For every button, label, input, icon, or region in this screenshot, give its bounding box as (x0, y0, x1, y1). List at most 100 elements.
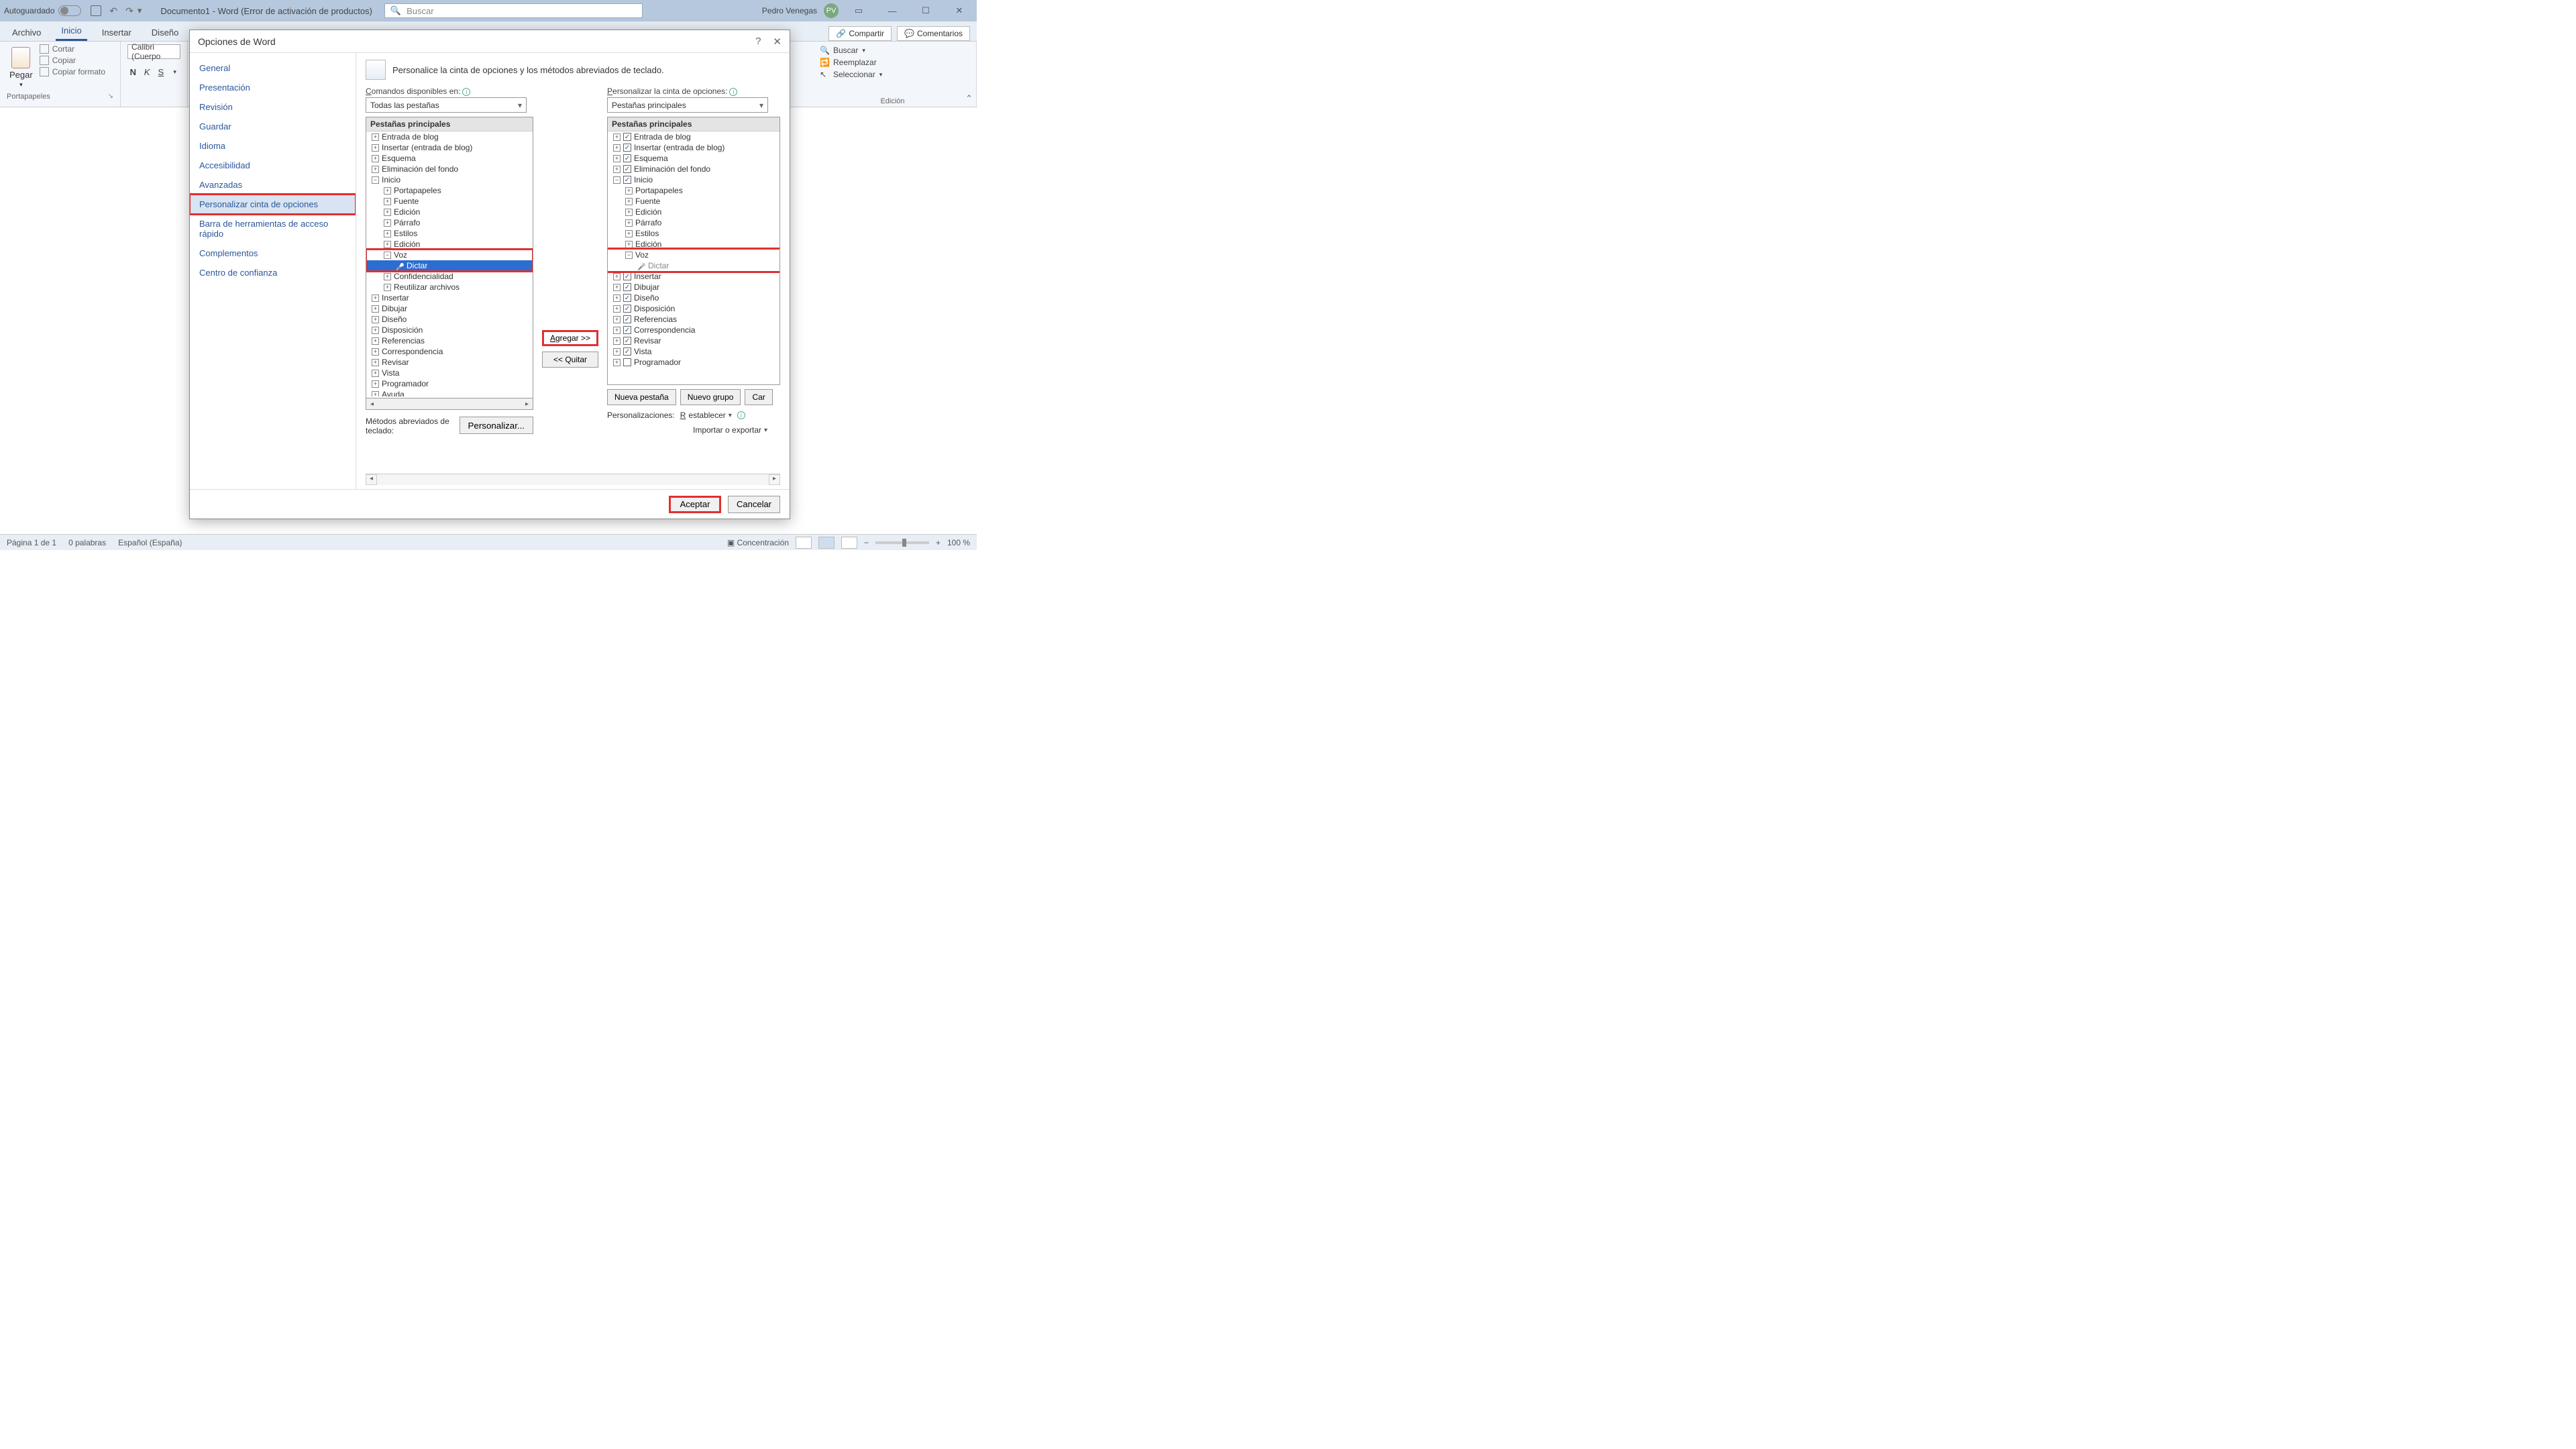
tab-insertar[interactable]: Insertar (97, 24, 137, 41)
tree-item[interactable]: Dictar (366, 260, 533, 271)
italic-button[interactable]: K (142, 64, 153, 79)
replace-button[interactable]: 🔁Reemplazar (820, 58, 965, 67)
tree-item[interactable]: Dictar (608, 260, 780, 271)
tree-item[interactable]: −Voz (366, 250, 533, 260)
tree-item[interactable]: +Correspondencia (366, 346, 533, 357)
close-icon[interactable]: ✕ (946, 1, 973, 20)
sidebar-item[interactable]: Personalizar cinta de opciones (190, 195, 356, 214)
tree-item[interactable]: +✓Esquema (608, 153, 780, 164)
read-mode-icon[interactable] (796, 537, 812, 549)
undo-icon[interactable]: ↶ (109, 5, 117, 17)
autosave-toggle[interactable]: Autoguardado (4, 5, 81, 16)
cut-button[interactable]: Cortar (40, 44, 105, 54)
bold-button[interactable]: N (127, 64, 139, 79)
tab-inicio[interactable]: Inicio (56, 22, 87, 41)
tree-item[interactable]: +Edición (366, 207, 533, 217)
tree-item[interactable]: +Edición (608, 207, 780, 217)
web-layout-icon[interactable] (841, 537, 857, 549)
tree-item[interactable]: +✓Disposición (608, 303, 780, 314)
paste-button[interactable]: Pegar ▾ (7, 44, 36, 91)
tree-item[interactable]: +Insertar (entrada de blog) (366, 142, 533, 153)
tree-item[interactable]: +Eliminación del fondo (366, 164, 533, 174)
customize-combo[interactable]: Pestañas principales (607, 97, 768, 113)
comments-button[interactable]: 💬Comentarios (897, 26, 970, 41)
tree-item[interactable]: +Reutilizar archivos (366, 282, 533, 292)
tree-item[interactable]: +Disposición (366, 325, 533, 335)
zoom-in-icon[interactable]: + (936, 538, 941, 547)
cancel-button[interactable]: Cancelar (728, 496, 780, 513)
new-group-button[interactable]: Nuevo grupo (680, 389, 741, 405)
tree-item[interactable]: −✓Inicio (608, 174, 780, 185)
customize-shortcuts-button[interactable]: Personalizar... (460, 417, 533, 434)
dialog-hscroll[interactable]: ◂▸ (366, 474, 780, 485)
tree-item[interactable]: +Dibujar (366, 303, 533, 314)
tree-item[interactable]: +Párrafo (608, 217, 780, 228)
sidebar-item[interactable]: Revisión (190, 97, 356, 117)
tree-item[interactable]: +Párrafo (366, 217, 533, 228)
sidebar-item[interactable]: General (190, 58, 356, 78)
left-tree-hscroll[interactable]: ◂▸ (366, 398, 533, 410)
word-count[interactable]: 0 palabras (68, 538, 106, 547)
page-indicator[interactable]: Página 1 de 1 (7, 538, 56, 547)
sidebar-item[interactable]: Avanzadas (190, 175, 356, 195)
reset-button[interactable]: Restablecer (680, 411, 732, 420)
tree-item[interactable]: −Voz (608, 250, 780, 260)
tree-item[interactable]: +Confidencialidad (366, 271, 533, 282)
language-indicator[interactable]: Español (España) (118, 538, 182, 547)
save-icon[interactable] (91, 5, 101, 16)
share-button[interactable]: 🔗Compartir (828, 26, 892, 41)
tree-item[interactable]: +Diseño (366, 314, 533, 325)
commands-combo[interactable]: Todas las pestañas (366, 97, 527, 113)
tree-item[interactable]: +✓Revisar (608, 335, 780, 346)
tree-item[interactable]: +Ayuda (366, 389, 533, 396)
tree-item[interactable]: +✓Insertar (entrada de blog) (608, 142, 780, 153)
format-painter-button[interactable]: Copiar formato (40, 67, 105, 76)
search-input[interactable]: 🔍 Buscar (384, 3, 643, 18)
tree-item[interactable]: +✓Diseño (608, 292, 780, 303)
help-icon[interactable]: ? (755, 36, 761, 48)
select-button[interactable]: ↖Seleccionar ▾ (820, 70, 965, 79)
tree-item[interactable]: +Vista (366, 368, 533, 378)
ribbon-mode-icon[interactable]: ▭ (845, 1, 872, 20)
sidebar-item[interactable]: Barra de herramientas de acceso rápido (190, 214, 356, 244)
info-icon[interactable]: i (737, 411, 745, 419)
sidebar-item[interactable]: Presentación (190, 78, 356, 97)
tree-item[interactable]: +Edición (366, 239, 533, 250)
tree-item[interactable]: +Estilos (366, 228, 533, 239)
toggle-switch-icon[interactable] (58, 5, 81, 16)
tab-archivo[interactable]: Archivo (7, 24, 46, 41)
zoom-out-icon[interactable]: − (864, 538, 869, 547)
tab-diseno[interactable]: Diseño (146, 24, 184, 41)
right-tree[interactable]: Pestañas principales +✓Entrada de blog+✓… (607, 117, 780, 385)
import-export-button[interactable]: Importar o exportar (693, 425, 780, 435)
find-button[interactable]: 🔍Buscar ▾ (820, 46, 965, 55)
maximize-icon[interactable]: ☐ (912, 1, 939, 20)
sidebar-item[interactable]: Guardar (190, 117, 356, 136)
info-icon[interactable]: i (462, 88, 470, 96)
tree-item[interactable]: +Portapapeles (608, 185, 780, 196)
copy-button[interactable]: Copiar (40, 56, 105, 65)
tree-item[interactable]: +✓Eliminación del fondo (608, 164, 780, 174)
ok-button[interactable]: Aceptar (669, 496, 721, 513)
tree-item[interactable]: +Programador (608, 357, 780, 368)
tree-item[interactable]: +Esquema (366, 153, 533, 164)
tree-item[interactable]: +Referencias (366, 335, 533, 346)
collapse-ribbon-icon[interactable]: ⌃ (965, 93, 973, 104)
rename-button[interactable]: Car (745, 389, 772, 405)
tree-item[interactable]: +✓Vista (608, 346, 780, 357)
tree-item[interactable]: +✓Entrada de blog (608, 131, 780, 142)
dialog-launcher-icon[interactable]: ↘ (108, 93, 113, 100)
tree-item[interactable]: +Revisar (366, 357, 533, 368)
tree-item[interactable]: +Edición (608, 239, 780, 250)
new-tab-button[interactable]: Nueva pestaña (607, 389, 676, 405)
chevron-down-icon[interactable]: ▾ (169, 64, 180, 79)
tree-item[interactable]: +✓Referencias (608, 314, 780, 325)
focus-mode-button[interactable]: ▣ Concentración (727, 538, 789, 547)
tree-item[interactable]: +Entrada de blog (366, 131, 533, 142)
tree-item[interactable]: +Estilos (608, 228, 780, 239)
sidebar-item[interactable]: Centro de confianza (190, 263, 356, 282)
sidebar-item[interactable]: Complementos (190, 244, 356, 263)
info-icon[interactable]: i (729, 88, 737, 96)
qat-dropdown-icon[interactable]: ▾ (138, 5, 142, 16)
zoom-slider[interactable] (875, 541, 929, 544)
